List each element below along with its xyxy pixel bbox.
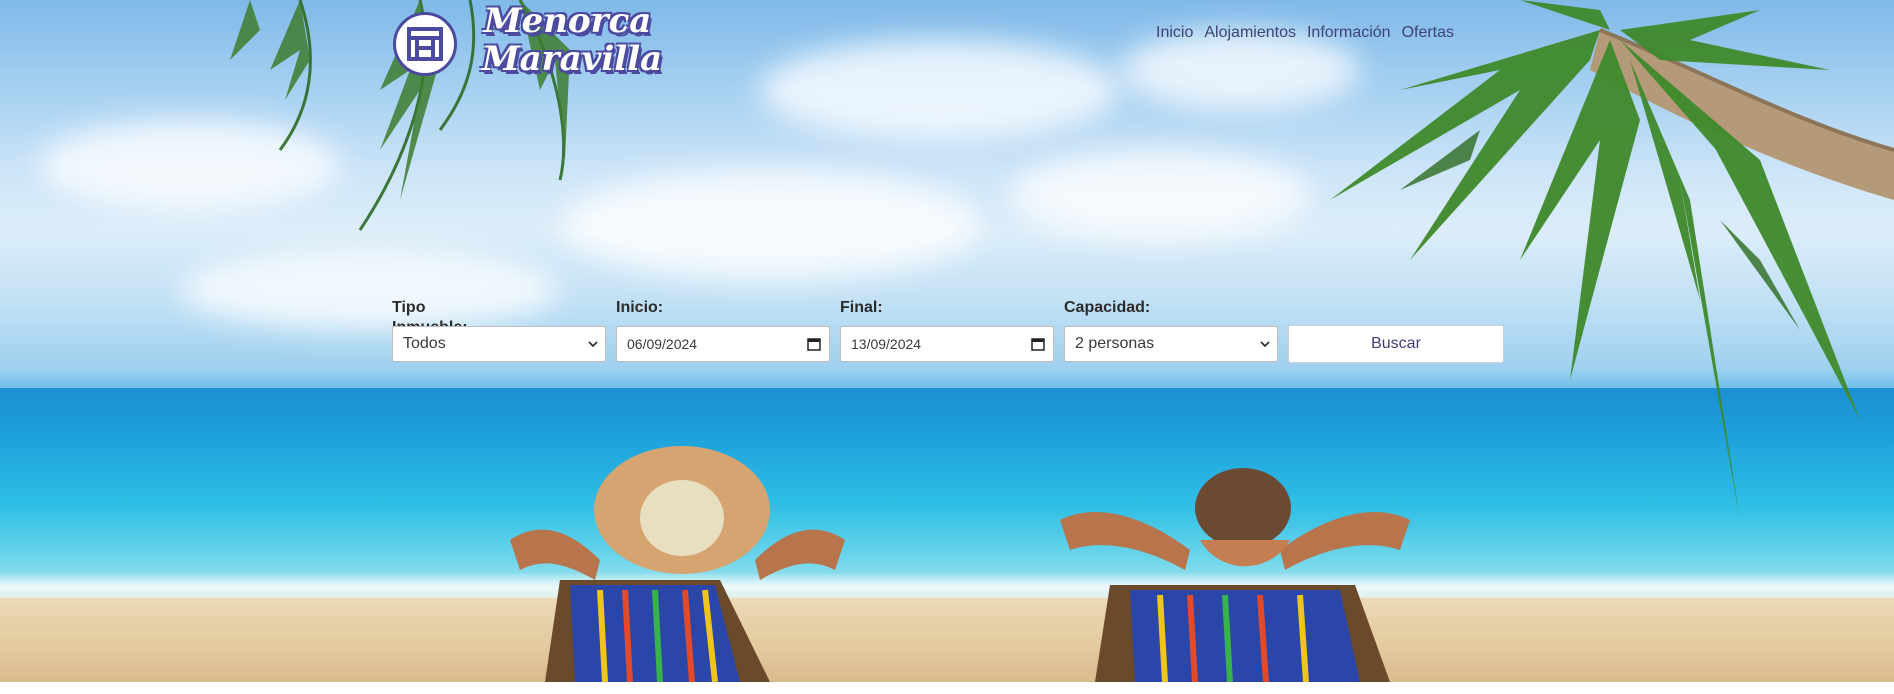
- nav-informacion[interactable]: Información: [1307, 24, 1391, 42]
- building-icon: [407, 27, 443, 61]
- nav-alojamientos[interactable]: Alojamientos: [1204, 24, 1296, 42]
- calendar-icon[interactable]: [1031, 337, 1045, 351]
- chevron-down-icon: [1260, 341, 1270, 348]
- brand-logo-text[interactable]: Menorca Maravilla: [482, 1, 684, 79]
- inicio-label: Inicio:: [616, 299, 664, 316]
- capacidad-label: Capacidad:: [1064, 299, 1151, 316]
- site-header: Menorca Maravilla Inicio Alojamientos In…: [0, 0, 1894, 80]
- brand-line-1: Menorca: [484, 1, 652, 41]
- final-label: Final:: [840, 299, 883, 316]
- capacidad-select[interactable]: 2 personas: [1064, 326, 1278, 362]
- inicio-date-input[interactable]: 06/09/2024: [616, 326, 830, 362]
- tipo-inmueble-select[interactable]: Todos: [392, 326, 606, 362]
- tipo-inmueble-label: Tipo Inmueble:: [392, 299, 468, 336]
- inicio-date-value: 06/09/2024: [627, 336, 698, 352]
- nav-inicio[interactable]: Inicio: [1156, 24, 1193, 42]
- main-nav: Inicio Alojamientos Información Ofertas: [1156, 24, 1454, 42]
- tipo-inmueble-field: Tipo Inmueble:: [392, 298, 468, 336]
- capacidad-value: 2 personas: [1075, 335, 1155, 352]
- nav-ofertas[interactable]: Ofertas: [1402, 24, 1454, 42]
- brand-line-2: Maravilla: [482, 39, 663, 79]
- buscar-button[interactable]: Buscar: [1288, 325, 1504, 363]
- calendar-icon[interactable]: [807, 337, 821, 351]
- final-date-value: 13/09/2024: [851, 336, 922, 352]
- final-date-input[interactable]: 13/09/2024: [840, 326, 1054, 362]
- tipo-inmueble-value: Todos: [403, 335, 446, 352]
- page-bottom-strip: [0, 682, 1894, 694]
- building-logo-icon[interactable]: [393, 12, 457, 76]
- capacidad-field: Capacidad:: [1064, 298, 1150, 318]
- final-field: Final:: [840, 298, 883, 318]
- inicio-field: Inicio:: [616, 298, 663, 318]
- chevron-down-icon: [588, 341, 598, 348]
